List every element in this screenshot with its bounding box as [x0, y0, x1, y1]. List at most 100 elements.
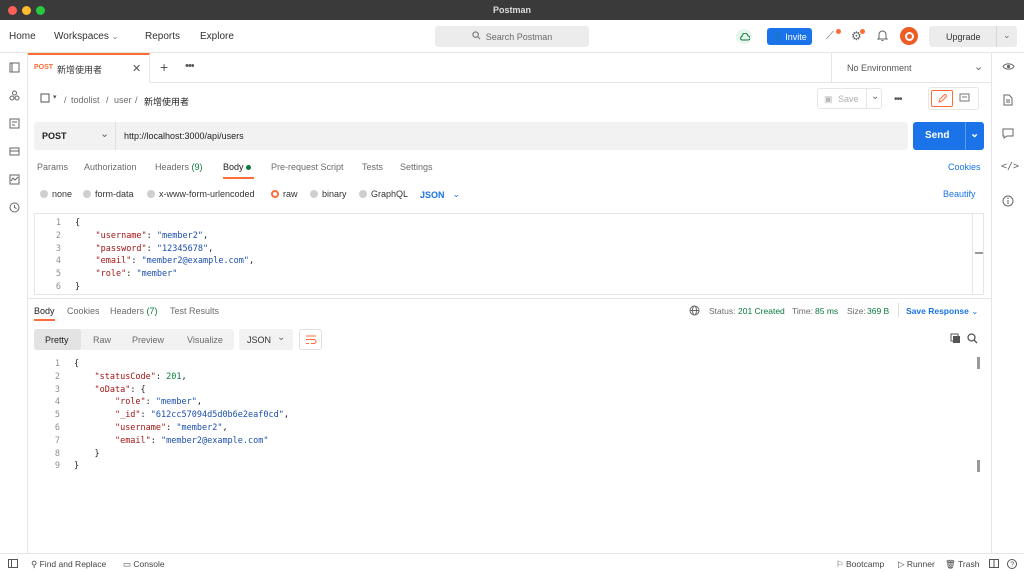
response-format-select[interactable]: JSON ⌄	[239, 329, 293, 350]
method-select[interactable]: POST ⌄	[34, 122, 116, 150]
radio-urlencoded-label: x-www-form-urlencoded	[159, 189, 255, 199]
size-value[interactable]: 369 B	[867, 306, 889, 316]
caret-down-icon[interactable]: ▾	[53, 93, 57, 101]
radio-graphql[interactable]: GraphQL	[359, 189, 408, 199]
line-number: 6	[55, 281, 61, 292]
request-tab[interactable]: POST 新增使用者 ✕	[28, 53, 150, 83]
satellite-icon[interactable]: ⟋	[826, 30, 834, 43]
globe-icon[interactable]	[689, 305, 700, 318]
status-value[interactable]: 201 Created	[738, 306, 785, 316]
response-body-code[interactable]: { "statusCode": 201, "oData": { "role": …	[74, 358, 289, 473]
search-input[interactable]: Search Postman	[435, 26, 589, 47]
collections-icon[interactable]	[8, 62, 20, 74]
find-replace-button[interactable]: ⚲ Find and Replace	[31, 559, 106, 570]
apis-icon[interactable]	[8, 90, 20, 102]
response-tab-cookies[interactable]: Cookies	[67, 306, 100, 316]
copy-icon[interactable]	[950, 333, 961, 346]
editor-scrollbar-thumb[interactable]	[975, 252, 983, 254]
breadcrumb-collection[interactable]: todolist	[71, 95, 100, 105]
request-body-editor[interactable]: 1 2 3 4 56 { "username": "member2", "passwor…	[34, 213, 984, 295]
view-pretty[interactable]: Pretty	[45, 335, 69, 345]
tab-headers[interactable]: Headers (9)	[155, 162, 203, 172]
comment-view-icon[interactable]	[959, 93, 970, 105]
radio-raw[interactable]: raw	[271, 189, 298, 199]
view-visualize[interactable]: Visualize	[187, 335, 223, 345]
upgrade-button[interactable]: Upgrade ⌄	[929, 26, 1017, 47]
eye-icon[interactable]	[1002, 62, 1015, 74]
scrollbar-thumb[interactable]	[977, 460, 980, 472]
chevron-down-icon[interactable]: ⌄	[871, 91, 879, 102]
request-body-code[interactable]: { "username": "member2", "password": "12…	[75, 217, 254, 294]
tab-params[interactable]: Params	[37, 162, 68, 172]
wrap-icon	[305, 334, 317, 347]
chevron-down-icon[interactable]: ⌄	[970, 127, 979, 140]
scrollbar-thumb[interactable]	[977, 357, 980, 369]
search-icon[interactable]	[967, 333, 978, 346]
response-tab-body[interactable]: Body	[34, 306, 55, 316]
sidebar-toggle-icon[interactable]	[8, 559, 18, 570]
time-value[interactable]: 85 ms	[815, 306, 838, 316]
more-actions-icon[interactable]: •••	[894, 94, 902, 105]
trash-button[interactable]: 🗑 Trash	[945, 559, 979, 570]
nav-workspaces[interactable]: Workspaces ⌄	[54, 31, 118, 42]
radio-binary[interactable]: binary	[310, 189, 347, 199]
cookies-link[interactable]: Cookies	[948, 162, 981, 172]
mock-servers-icon[interactable]	[8, 146, 20, 158]
bootcamp-button[interactable]: ⚐ Bootcamp	[836, 559, 884, 570]
view-raw[interactable]: Raw	[93, 335, 111, 345]
radio-none[interactable]: none	[40, 189, 72, 199]
save-response-button[interactable]: Save Response ⌄	[906, 306, 978, 317]
minimize-window-icon[interactable]	[22, 6, 31, 15]
nav-explore[interactable]: Explore	[200, 31, 234, 42]
radio-urlencoded[interactable]: x-www-form-urlencoded	[147, 189, 255, 199]
tab-tests[interactable]: Tests	[362, 162, 383, 172]
nav-home[interactable]: Home	[9, 31, 36, 42]
send-button[interactable]: Send ⌄	[913, 122, 984, 150]
radio-form-data[interactable]: form-data	[83, 189, 134, 199]
environments-icon[interactable]	[8, 118, 20, 130]
nav-reports[interactable]: Reports	[145, 31, 180, 42]
view-preview[interactable]: Preview	[132, 335, 164, 345]
runner-button[interactable]: ▷ Runner	[898, 559, 935, 570]
edit-icon[interactable]	[931, 90, 953, 107]
sync-status-icon[interactable]	[736, 29, 752, 44]
invite-button[interactable]: 👤 Invite	[767, 28, 812, 45]
comments-icon[interactable]	[1002, 128, 1014, 141]
response-tab-test-results[interactable]: Test Results	[170, 306, 219, 316]
json-string: "member"	[136, 269, 178, 280]
body-format-select[interactable]: JSON ⌄	[420, 189, 460, 200]
wrap-lines-button[interactable]	[299, 329, 322, 350]
console-button[interactable]: ▭ Console	[123, 559, 165, 570]
response-tab-headers[interactable]: Headers (7)	[110, 306, 158, 316]
more-tabs-icon[interactable]: •••	[185, 60, 195, 72]
bell-icon[interactable]	[876, 29, 889, 44]
avatar[interactable]	[900, 27, 918, 45]
tab-prerequest-script[interactable]: Pre-request Script	[271, 162, 344, 172]
maximize-window-icon[interactable]	[36, 6, 45, 15]
help-icon[interactable]: ?	[1007, 559, 1017, 571]
environment-selector[interactable]: No Environment ⌄	[831, 53, 991, 83]
close-window-icon[interactable]	[8, 6, 17, 15]
layout-toggle-icon[interactable]	[989, 559, 999, 570]
documentation-icon[interactable]	[1003, 94, 1013, 108]
save-button[interactable]: Save	[838, 94, 859, 104]
breadcrumb-request[interactable]: 新增使用者	[144, 95, 189, 108]
json-comma: ,	[249, 256, 255, 267]
new-tab-icon[interactable]: +	[160, 59, 168, 75]
chevron-down-icon[interactable]: ⌄	[1003, 30, 1011, 41]
monitors-icon[interactable]	[8, 174, 20, 186]
info-icon[interactable]	[1002, 195, 1014, 209]
tab-body[interactable]: Body	[223, 162, 252, 172]
json-key: "role"	[95, 269, 127, 280]
url-input[interactable]: http://localhost:3000/api/users	[124, 131, 244, 141]
beautify-link[interactable]: Beautify	[943, 189, 976, 199]
history-icon[interactable]	[8, 202, 20, 214]
tab-settings[interactable]: Settings	[400, 162, 433, 172]
close-icon[interactable]: ✕	[132, 62, 141, 75]
tab-authorization[interactable]: Authorization	[84, 162, 137, 172]
code-line: "role": "member"	[75, 268, 254, 281]
code-icon[interactable]: </>	[1001, 161, 1019, 172]
breadcrumb-folder[interactable]: user	[114, 95, 132, 105]
